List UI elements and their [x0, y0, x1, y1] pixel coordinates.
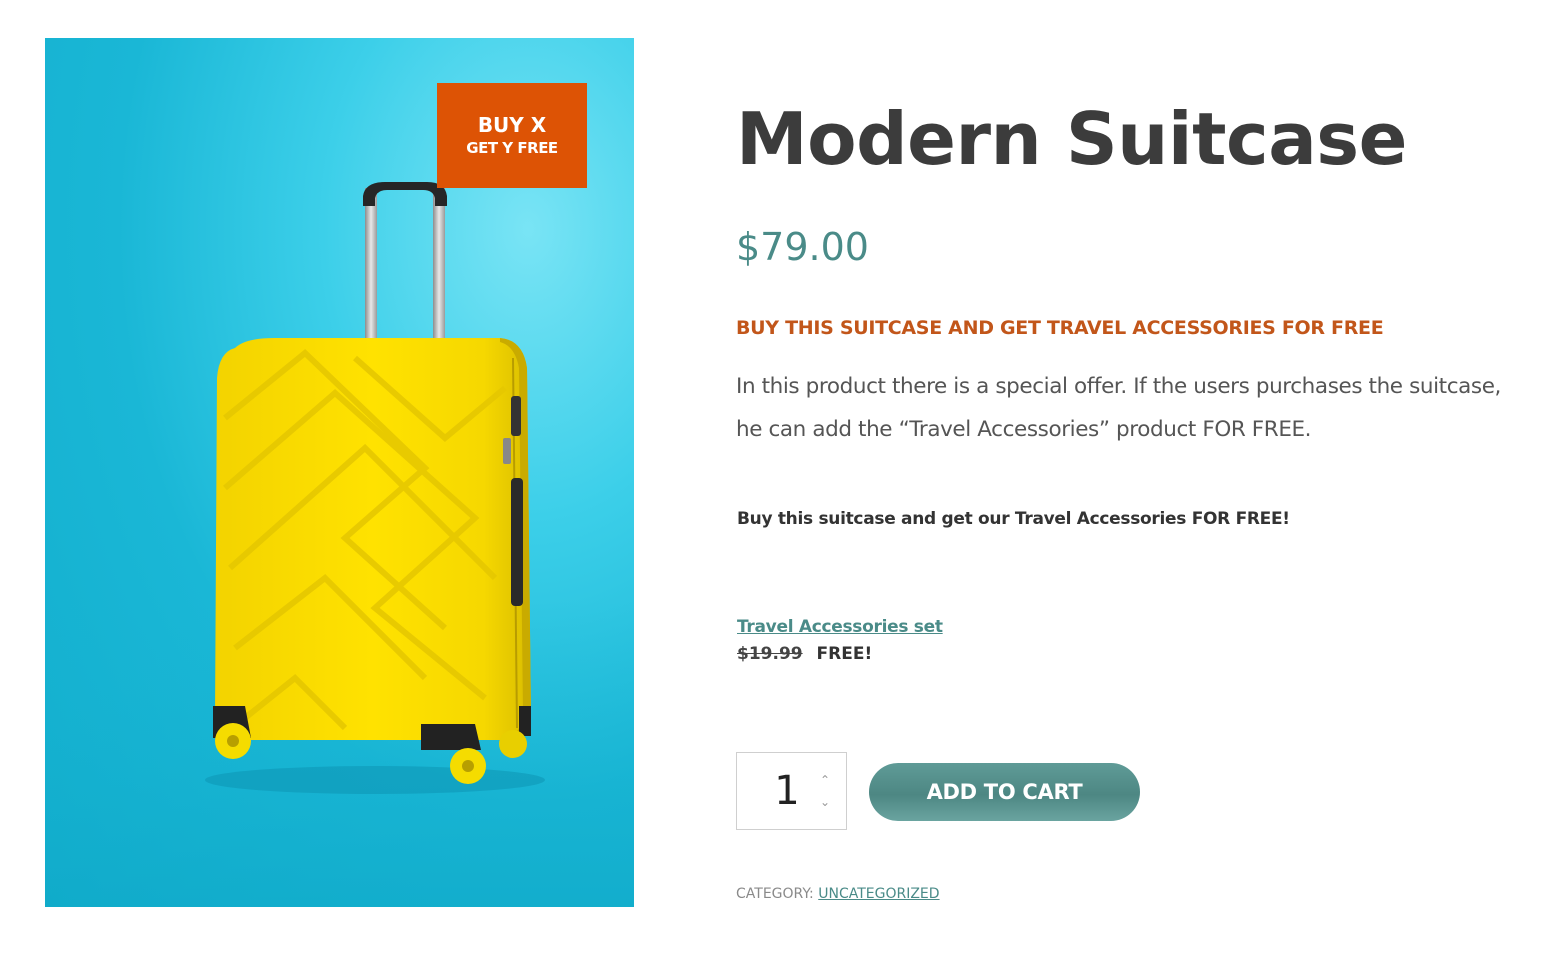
badge-line-1: BUY X: [477, 112, 547, 137]
category-link[interactable]: UNCATEGORIZED: [818, 886, 939, 902]
offer-note: Buy this suitcase and get our Travel Acc…: [737, 509, 1290, 529]
product-page: BUY X GET Y FREE Modern Suitcase $79.00 …: [0, 0, 1567, 962]
product-category: CATEGORY: UNCATEGORIZED: [736, 885, 940, 903]
chevron-down-icon[interactable]: ⌄: [815, 795, 835, 809]
quantity-input[interactable]: 1: [773, 767, 801, 815]
free-label: FREE!: [816, 644, 873, 664]
chevron-up-icon[interactable]: ⌃: [815, 773, 835, 787]
quantity-stepper[interactable]: 1 ⌃ ⌄: [736, 752, 847, 830]
add-to-cart-button[interactable]: ADD TO CART: [869, 763, 1140, 821]
free-product-price: $19.99 FREE!: [737, 643, 872, 665]
product-price: $79.00: [736, 225, 869, 269]
offer-heading: BUY THIS SUITCASE AND GET TRAVEL ACCESSO…: [736, 317, 1384, 339]
badge-line-2: GET Y FREE: [466, 138, 558, 157]
old-price: $19.99: [737, 644, 803, 664]
product-description: In this product there is a special offer…: [736, 374, 1501, 442]
product-title: Modern Suitcase: [736, 97, 1407, 181]
free-product-link[interactable]: Travel Accessories set: [737, 616, 943, 638]
promo-badge: BUY X GET Y FREE: [437, 83, 587, 188]
product-image[interactable]: BUY X GET Y FREE: [45, 38, 634, 907]
category-label: CATEGORY:: [736, 886, 814, 902]
